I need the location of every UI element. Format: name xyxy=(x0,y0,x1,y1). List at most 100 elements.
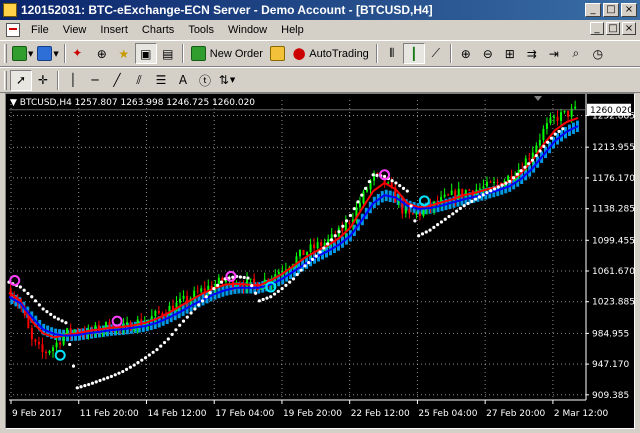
tile-windows-button[interactable]: ⊞ xyxy=(499,43,521,64)
candle-body xyxy=(556,116,559,121)
chart-menu-triangle-icon[interactable]: ▼ xyxy=(10,98,20,108)
candle-body xyxy=(108,322,111,331)
candle-body xyxy=(309,244,312,252)
candle-body xyxy=(55,342,58,348)
sar-dot xyxy=(189,311,193,315)
sar-dot xyxy=(363,186,368,190)
channel-button[interactable]: ⫽ xyxy=(128,70,150,91)
toolbar-grip[interactable] xyxy=(4,70,7,90)
price-chart[interactable]: 1252.8851213.9551176.1701138.2851099.455… xyxy=(6,94,635,428)
sar-dot xyxy=(257,299,261,303)
menu-insert[interactable]: Insert xyxy=(93,24,135,36)
market-watch-button[interactable]: ✦ xyxy=(69,43,91,64)
candle-body xyxy=(461,188,464,196)
strategy-tester-button[interactable]: ▤ xyxy=(157,43,179,64)
trendline-button[interactable]: ╱ xyxy=(106,70,128,91)
sar-dot xyxy=(424,230,428,234)
menu-view[interactable]: View xyxy=(56,24,94,36)
candle-body xyxy=(366,189,369,192)
profiles-button[interactable]: ▼ xyxy=(35,43,60,64)
vertical-line-button[interactable]: │ xyxy=(62,70,84,91)
close-button[interactable]: × xyxy=(621,3,637,17)
toolbar-separator xyxy=(63,44,66,63)
sar-dot xyxy=(109,374,114,379)
sar-dot xyxy=(71,364,76,368)
cursor-tool-button[interactable]: ➚ xyxy=(10,69,32,91)
fibonacci-button[interactable]: ☰ xyxy=(150,70,172,91)
sar-dot xyxy=(253,291,258,295)
zoom-in-button[interactable]: ⊕ xyxy=(455,43,477,64)
new-chart-icon xyxy=(12,46,27,61)
standard-toolbar: ▼ ▼ ✦ ⊕ ★ ▣ ▤ New Order ⬤ AutoTrading ⫴ ┃… xyxy=(0,40,640,67)
text-label-button[interactable]: ⓣ xyxy=(194,70,216,91)
mdi-minimize-button[interactable]: _ xyxy=(590,22,604,35)
menu-help[interactable]: Help xyxy=(274,24,311,36)
candlestick-chart-button[interactable]: ┃ xyxy=(402,43,425,64)
new-order-button[interactable]: New Order xyxy=(187,43,267,64)
sar-dot xyxy=(269,295,273,299)
zoom-out-button[interactable]: ⊖ xyxy=(477,43,499,64)
x-tick-label: 2 Mar 12:00 xyxy=(554,409,609,419)
y-tick-label: 1213.955 xyxy=(592,143,634,153)
navigator-button[interactable]: ★ xyxy=(113,43,135,64)
chart-shift-button[interactable]: ⇥ xyxy=(543,43,565,64)
menu-charts[interactable]: Charts xyxy=(135,24,181,36)
sar-dot xyxy=(75,386,79,390)
sar-dot xyxy=(124,367,129,371)
sar-dot xyxy=(310,257,315,261)
sar-dot xyxy=(193,307,197,311)
data-window-button[interactable]: ⊕ xyxy=(91,43,113,64)
chart-window[interactable]: 1252.885 1213.955 1176.170 1138.285 1099.455… xyxy=(5,93,635,429)
x-tick-label: 9 Feb 2017 xyxy=(12,409,62,419)
sar-dot xyxy=(272,292,277,296)
mdi-close-button[interactable]: × xyxy=(622,22,636,35)
sar-dot xyxy=(462,204,466,208)
line-chart-button[interactable]: ⟋ xyxy=(425,43,447,64)
toolbar-separator xyxy=(181,44,184,63)
text-tool-button[interactable]: A xyxy=(172,70,194,91)
indicators-button[interactable]: ⌕ xyxy=(565,43,587,64)
minimize-button[interactable]: _ xyxy=(585,3,601,17)
sar-dot xyxy=(530,158,535,162)
menu-window[interactable]: Window xyxy=(221,24,274,36)
channel-icon: ⫽ xyxy=(136,72,142,87)
candle-body xyxy=(443,194,446,197)
arrows-button[interactable]: ⇅ ▼ xyxy=(216,70,238,91)
horizontal-line-button[interactable]: ─ xyxy=(84,70,106,91)
candle-body xyxy=(549,117,552,124)
candle-body xyxy=(157,310,160,313)
sar-dot xyxy=(170,332,174,337)
bar-chart-button[interactable]: ⫴ xyxy=(381,43,403,64)
new-chart-button[interactable]: ▼ xyxy=(10,43,35,64)
terminal-button[interactable]: ▣ xyxy=(134,43,157,64)
sar-dot xyxy=(288,280,292,284)
candle-body xyxy=(482,186,485,189)
sar-dot xyxy=(208,291,212,295)
sar-dot xyxy=(178,323,182,327)
auto-scroll-button[interactable]: ⇉ xyxy=(521,43,543,64)
menu-file[interactable]: File xyxy=(24,24,56,36)
maximize-button[interactable]: □ xyxy=(603,3,619,17)
chart-document-icon[interactable] xyxy=(6,23,20,37)
toolbar-grip[interactable] xyxy=(4,44,7,63)
autotrading-button[interactable]: ⬤ AutoTrading xyxy=(289,43,373,64)
candle-body xyxy=(489,181,492,183)
sar-dot xyxy=(280,287,284,291)
menu-tools[interactable]: Tools xyxy=(181,24,221,36)
period-button[interactable]: ◷ xyxy=(587,43,609,64)
sar-dot xyxy=(33,299,38,303)
candle-body xyxy=(344,222,347,232)
window-title: 120152031: BTC-eExchange-ECN Server - De… xyxy=(21,3,433,17)
sar-dot xyxy=(132,363,136,367)
metaeditor-button[interactable] xyxy=(267,43,289,64)
mdi-restore-button[interactable]: □ xyxy=(606,22,620,35)
x-tick-label: 17 Feb 04:00 xyxy=(215,409,274,419)
candle-body xyxy=(528,158,531,160)
candle-body xyxy=(567,110,570,117)
chart-shift-marker xyxy=(534,96,542,101)
candle-body xyxy=(496,181,499,183)
blue-ma-line xyxy=(8,125,579,337)
candle-body xyxy=(323,242,326,246)
sar-dot xyxy=(299,268,303,272)
crosshair-tool-button[interactable]: ✛ xyxy=(32,70,54,91)
